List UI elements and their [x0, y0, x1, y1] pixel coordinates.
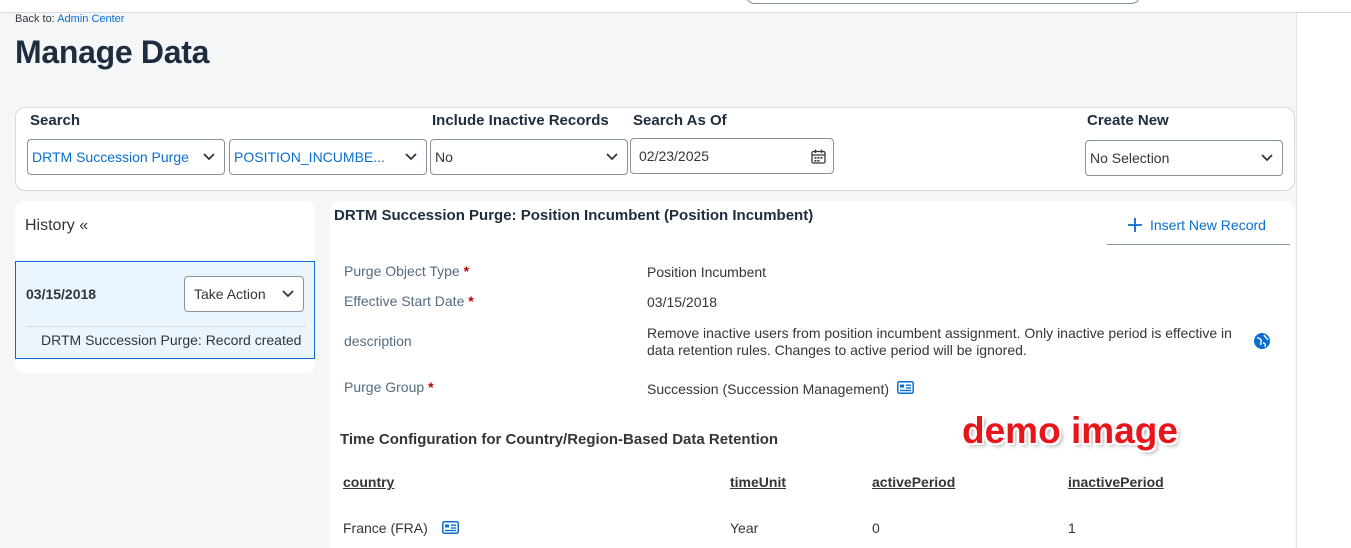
search-record-select[interactable]: POSITION_INCUMBE...	[229, 139, 427, 175]
create-new-label: Create New	[1087, 112, 1169, 129]
back-breadcrumb: Back to: Admin Center	[15, 13, 124, 25]
record-panel: DRTM Succession Purge: Position Incumben…	[330, 201, 1295, 548]
field-label-purge-object-type: Purge Object Type *	[344, 263, 470, 279]
history-item[interactable]: 03/15/2018 Take Action DRTM Succession P…	[15, 261, 315, 359]
required-marker: *	[428, 379, 434, 395]
chevron-down-icon	[273, 277, 303, 311]
column-header-inactiveperiod[interactable]: inactivePeriod	[1068, 474, 1164, 490]
search-as-of-date-input[interactable]: 02/23/2025	[630, 138, 834, 174]
demo-watermark: demo image	[962, 410, 1178, 451]
create-new-value: No Selection	[1090, 150, 1170, 166]
chevron-down-icon	[1252, 141, 1282, 175]
shell-search-field[interactable]	[745, 0, 1141, 4]
cell-activeperiod: 0	[872, 520, 880, 536]
insert-new-record-label: Insert New Record	[1150, 217, 1266, 233]
time-configuration-title: Time Configuration for Country/Region-Ba…	[340, 431, 779, 448]
back-prefix: Back to:	[15, 13, 55, 25]
required-marker: *	[463, 263, 470, 279]
include-inactive-value: No	[435, 149, 453, 165]
filter-bar: Search DRTM Succession Purge POSITION_IN…	[15, 107, 1295, 191]
cell-timeunit: Year	[730, 520, 759, 536]
search-record-value: POSITION_INCUMBE...	[234, 149, 385, 165]
shell-bar	[0, 0, 1351, 13]
cell-country: France (FRA)	[343, 520, 428, 536]
field-label-effective-start-date: Effective Start Date *	[344, 293, 474, 309]
globe-icon[interactable]	[1253, 332, 1271, 350]
column-header-activeperiod[interactable]: activePeriod	[872, 474, 955, 490]
take-action-label: Take Action	[194, 286, 266, 302]
search-type-value: DRTM Succession Purge	[32, 149, 189, 165]
calendar-icon[interactable]	[803, 139, 833, 173]
create-new-select[interactable]: No Selection	[1085, 140, 1283, 176]
required-marker: *	[468, 293, 474, 309]
toolbar-divider	[1107, 244, 1290, 245]
search-as-of-value: 02/23/2025	[639, 148, 710, 164]
search-type-select[interactable]: DRTM Succession Purge	[27, 139, 225, 175]
history-panel: History « 03/15/2018 Take Action DRTM Su…	[15, 201, 315, 373]
include-inactive-select[interactable]: No	[430, 139, 628, 175]
table-row: France (FRA) Year 0 1	[330, 509, 1295, 548]
business-card-icon[interactable]	[442, 521, 459, 534]
field-value-purge-object-type: Position Incumbent	[647, 264, 767, 280]
page-title: Manage Data	[15, 34, 210, 70]
field-value-purge-group: Succession (Succession Management)	[647, 381, 890, 397]
admin-center-link[interactable]: Admin Center	[57, 13, 124, 25]
chevron-down-icon	[396, 140, 426, 174]
record-title: DRTM Succession Purge: Position Incumben…	[334, 207, 814, 224]
column-header-timeunit[interactable]: timeUnit	[730, 474, 786, 490]
include-inactive-label: Include Inactive Records	[432, 112, 609, 129]
business-card-icon[interactable]	[897, 381, 914, 394]
search-as-of-label: Search As Of	[633, 112, 727, 129]
history-item-note: DRTM Succession Purge: Record created	[41, 332, 302, 348]
history-item-divider	[26, 326, 306, 327]
search-label: Search	[30, 112, 81, 129]
insert-new-record-button[interactable]: Insert New Record	[1128, 214, 1266, 236]
history-item-date: 03/15/2018	[26, 286, 97, 302]
column-header-country[interactable]: country	[343, 474, 394, 490]
field-value-effective-start-date: 03/15/2018	[647, 294, 718, 310]
field-label-purge-group: Purge Group *	[344, 379, 434, 395]
chevron-down-icon	[597, 140, 627, 174]
cell-inactiveperiod: 1	[1068, 520, 1076, 536]
take-action-select[interactable]: Take Action	[184, 276, 304, 312]
history-title[interactable]: History «	[25, 217, 88, 235]
field-label-description: description	[344, 333, 412, 349]
chevron-down-icon	[194, 140, 224, 174]
right-side-strip	[1296, 13, 1351, 548]
field-value-description: Remove inactive users from position incu…	[647, 325, 1232, 358]
add-icon	[1128, 214, 1142, 236]
